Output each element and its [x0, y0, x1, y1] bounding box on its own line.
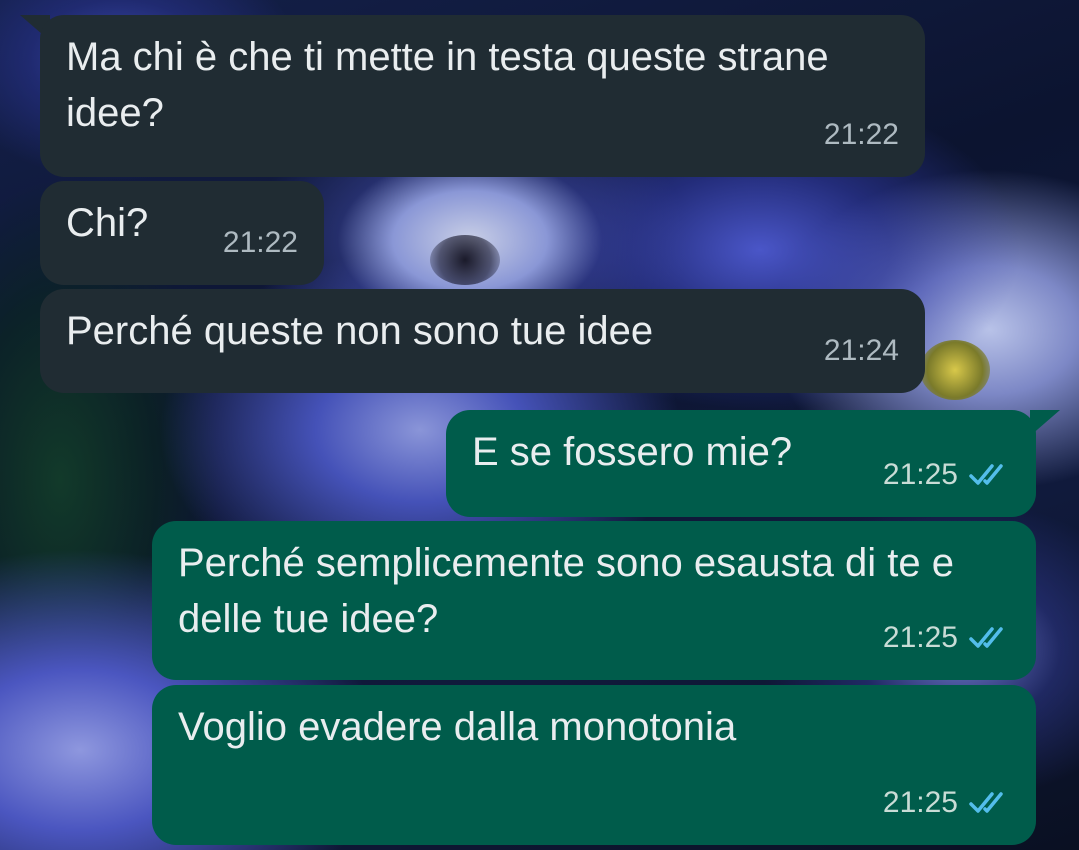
message-time: 21:22 — [823, 118, 899, 151]
message-incoming[interactable]: Ma chi è che ti mette in testa queste st… — [40, 15, 925, 177]
message-outgoing[interactable]: E se fossero mie? 21:25 — [446, 410, 1036, 517]
message-meta: 21:25 — [883, 447, 1010, 503]
message-meta: 21:22 — [824, 107, 899, 163]
message-meta: 21:22 — [223, 215, 298, 271]
message-meta: 21:25 — [883, 610, 1010, 666]
message-text: Perché queste non sono tue idee — [66, 309, 654, 353]
message-time: 21:24 — [823, 334, 899, 367]
message-time: 21:25 — [882, 458, 958, 491]
double-check-icon — [968, 625, 1010, 651]
message-outgoing[interactable]: Voglio evadere dalla monotonia 21:25 — [152, 685, 1036, 845]
message-outgoing[interactable]: Perché semplicemente sono esausta di te … — [152, 521, 1036, 680]
message-meta: 21:24 — [824, 323, 899, 379]
message-text: Ma chi è che ti mette in testa queste st… — [66, 35, 829, 135]
double-check-icon — [968, 790, 1010, 816]
message-time: 21:22 — [222, 226, 298, 259]
message-text: Voglio evadere dalla monotonia — [178, 705, 737, 749]
message-incoming[interactable]: Chi? 21:22 — [40, 181, 324, 285]
message-meta: 21:25 — [883, 775, 1010, 831]
double-check-icon — [968, 462, 1010, 488]
message-list[interactable]: Ma chi è che ti mette in testa queste st… — [0, 0, 1079, 850]
message-incoming[interactable]: Perché queste non sono tue idee 21:24 — [40, 289, 925, 393]
message-time: 21:25 — [882, 786, 958, 819]
message-time: 21:25 — [882, 621, 958, 654]
